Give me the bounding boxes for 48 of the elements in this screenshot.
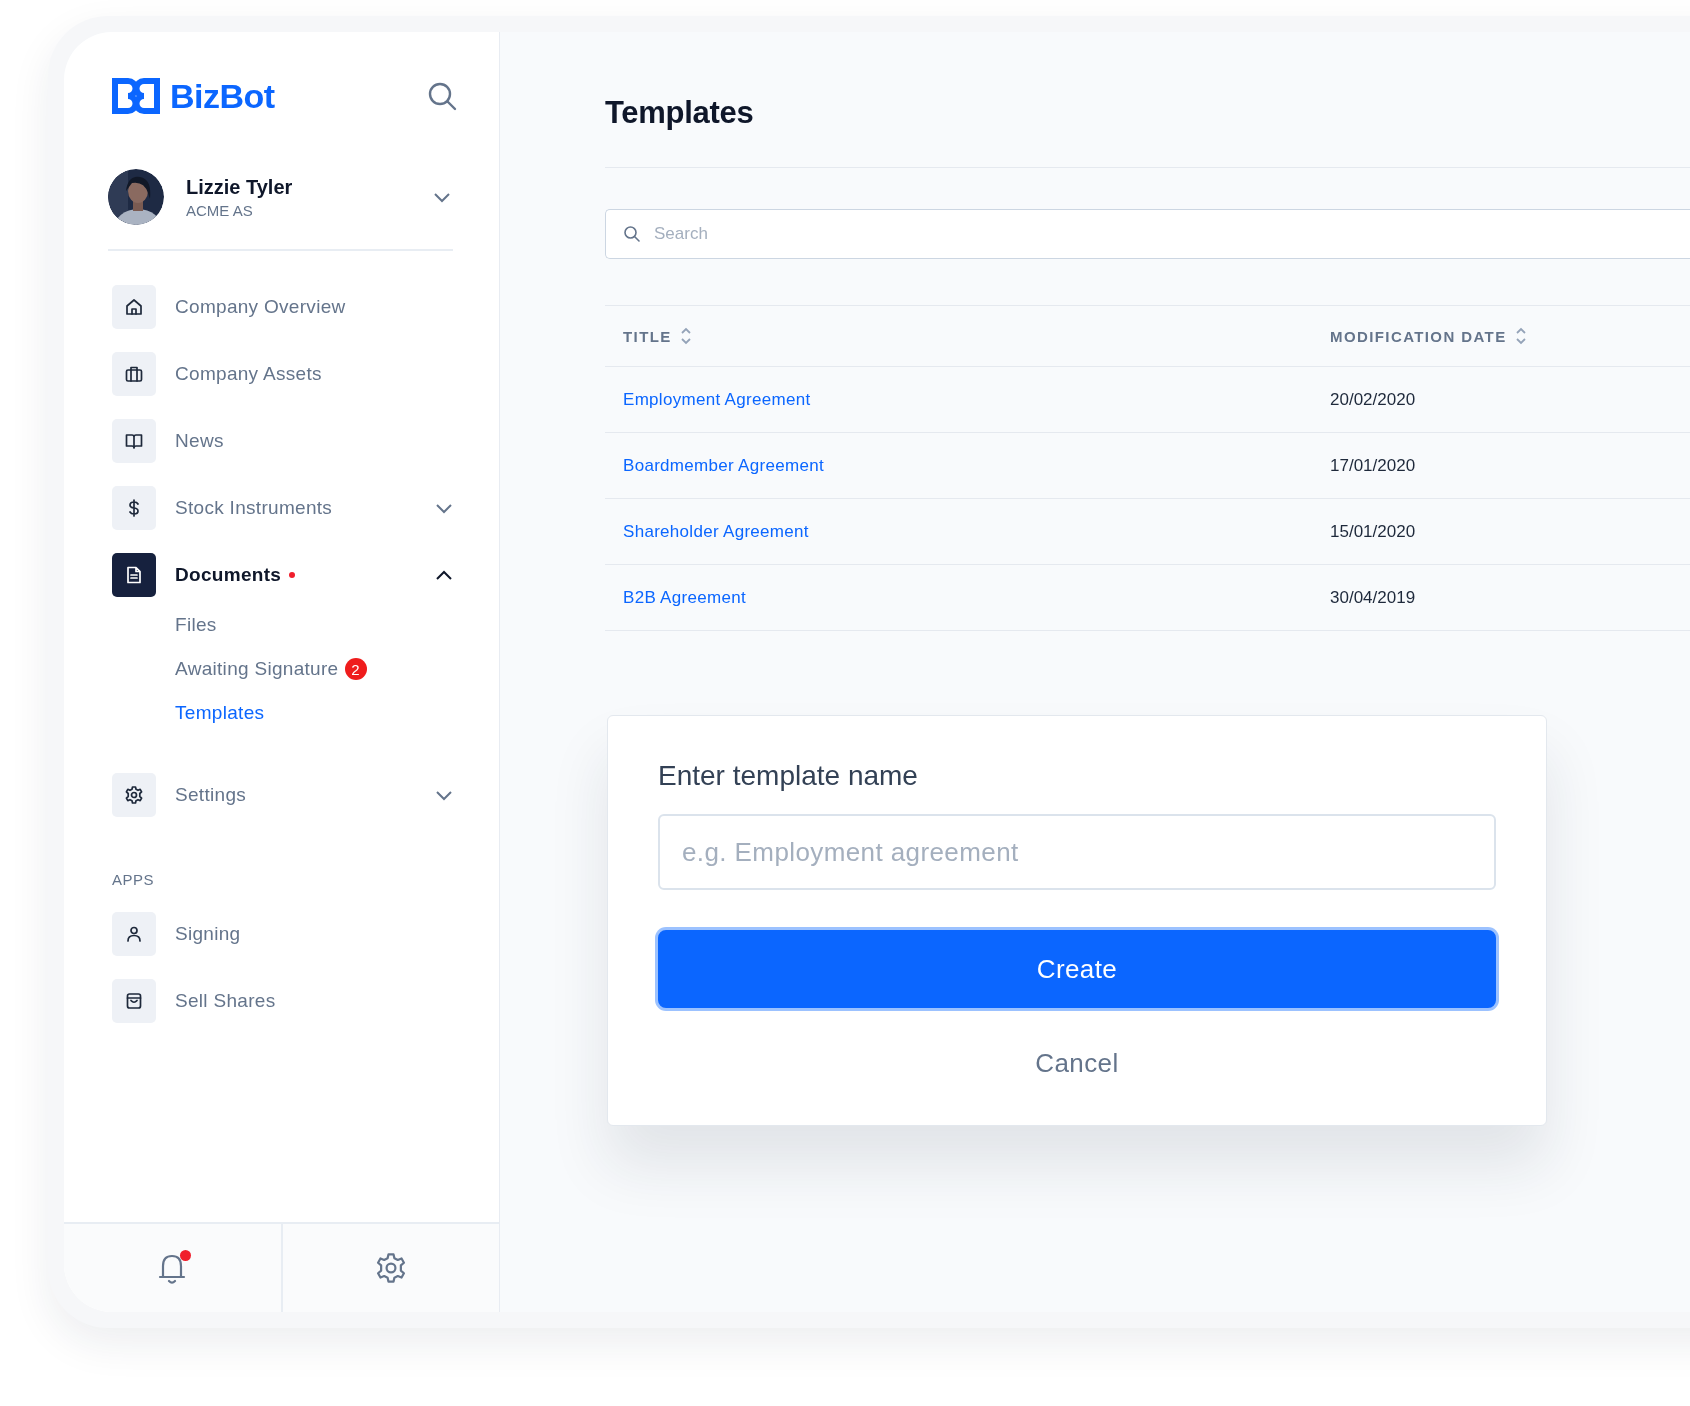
create-button[interactable]: Create xyxy=(658,930,1496,1008)
nav-icon xyxy=(124,565,144,585)
submenu-item[interactable]: Templates xyxy=(175,702,265,724)
sort-icon[interactable] xyxy=(679,326,692,346)
template-link[interactable]: Employment Agreement xyxy=(623,389,811,409)
count-badge: 2 xyxy=(344,658,367,680)
nav-item[interactable]: Company Overview xyxy=(112,285,453,329)
dialog-title: Enter template name xyxy=(658,760,919,792)
nav-item[interactable]: Settings xyxy=(112,773,453,817)
submenu-item[interactable]: Awaiting Signature xyxy=(175,658,339,680)
nav-item[interactable]: Sell Shares xyxy=(112,979,453,1023)
search-field[interactable]: Search xyxy=(605,209,1690,259)
sort-icon[interactable] xyxy=(1514,326,1527,346)
template-link[interactable]: Shareholder Agreement xyxy=(623,521,809,541)
page-title: Templates xyxy=(605,94,755,132)
table-cell: 15/01/2020 xyxy=(1330,521,1416,541)
nav-item[interactable]: Stock Instruments xyxy=(112,486,453,530)
chevron-down-icon[interactable] xyxy=(435,789,453,801)
chevron-up-icon[interactable] xyxy=(435,569,453,581)
submenu-item[interactable]: Files xyxy=(175,614,217,636)
chevron-down-icon[interactable] xyxy=(435,502,453,514)
nav-icon xyxy=(124,991,144,1011)
name-input-field[interactable]: e.g. Employment agreement xyxy=(658,814,1496,890)
nav-icon xyxy=(124,431,144,451)
table-cell: 30/04/2019 xyxy=(1330,587,1416,607)
nav-item[interactable]: Company Assets xyxy=(112,352,453,396)
template-link[interactable]: B2B Agreement xyxy=(623,587,746,607)
column-header[interactable]: MODIFICATION DATE xyxy=(1330,327,1507,345)
nav-item[interactable]: News xyxy=(112,419,453,463)
nav-icon xyxy=(124,297,144,317)
cancel-button[interactable]: Cancel xyxy=(1027,1044,1127,1083)
column-header[interactable]: TITLE xyxy=(623,327,672,345)
template-link[interactable]: Boardmember Agreement xyxy=(623,455,824,475)
user-name: Lizzie Tyler xyxy=(186,175,294,199)
search-icon xyxy=(623,225,641,243)
chevron-down-icon[interactable] xyxy=(433,191,451,203)
brand-name: BizBot xyxy=(170,76,275,116)
logo-icon xyxy=(112,78,160,114)
nav-icon xyxy=(124,364,144,384)
company-name: ACME AS xyxy=(186,201,254,219)
nav-icon xyxy=(124,924,144,944)
table-cell: 17/01/2020 xyxy=(1330,455,1416,475)
table-cell: 20/02/2020 xyxy=(1330,389,1416,409)
section-heading: APPS xyxy=(112,871,156,888)
nav-item[interactable]: Signing xyxy=(112,912,453,956)
search-icon[interactable] xyxy=(427,81,457,111)
nav-icon xyxy=(124,785,144,805)
nav-item[interactable]: Documents xyxy=(112,553,453,597)
